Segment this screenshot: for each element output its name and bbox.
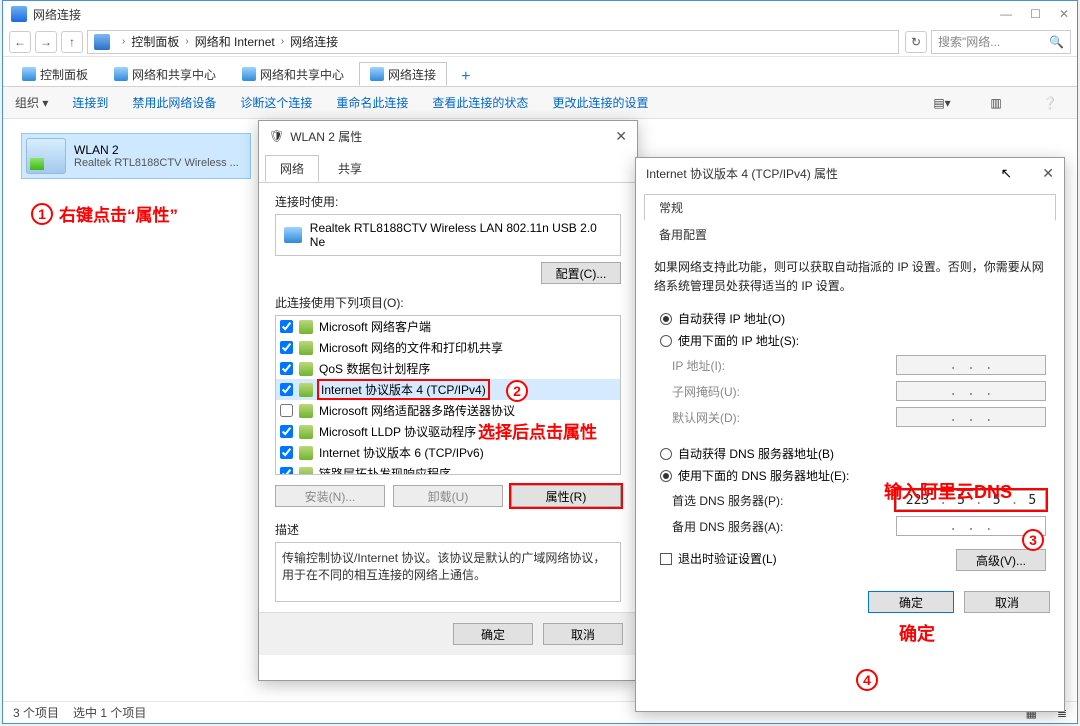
adapter-properties-dialog: 🛡 WLAN 2 属性 ✕ 网络 共享 连接时使用: Realtek RTL81… (258, 120, 638, 681)
component-icon (299, 341, 313, 355)
description-label: 描述 (275, 521, 621, 538)
install-button[interactable]: 安装(N)... (275, 485, 385, 507)
callout-4-text: 确定 (899, 620, 935, 646)
adapter-dlg-close-icon[interactable]: ✕ (615, 128, 627, 145)
cmd-diagnose[interactable]: 诊断这个连接 (240, 94, 312, 111)
checkbox-icon[interactable] (660, 553, 672, 565)
adapter-cancel-button[interactable]: 取消 (543, 623, 623, 645)
ipv4-dlg-title: Internet 协议版本 4 (TCP/IPv4) 属性 ↖ ✕ (636, 158, 1064, 188)
connection-item[interactable]: WLAN 2 Realtek RTL8188CTV Wireless ... (21, 133, 251, 179)
crumb-0[interactable]: 控制面板 (131, 33, 179, 50)
view-mode-icon[interactable]: ▤▾ (927, 93, 957, 113)
tab-general[interactable]: 常规 (644, 194, 1056, 221)
list-item: QoS 数据包计划程序 (276, 358, 620, 379)
ip-address-input: ... (896, 355, 1046, 375)
callout-3-text: 输入阿里云DNS (884, 478, 1012, 504)
adapter-ok-button[interactable]: 确定 (453, 623, 533, 645)
adapter-dlg-title: 🛡 WLAN 2 属性 ✕ (259, 121, 637, 151)
adapter-small-icon (284, 227, 302, 243)
description-text: 传输控制协议/Internet 协议。该协议是默认的广域网络协议，用于在不同的相… (275, 542, 621, 602)
ipv4-ok-button[interactable]: 确定 (868, 591, 954, 613)
list-item: Microsoft 网络客户端 (276, 316, 620, 337)
up-button[interactable]: ↑ (61, 31, 83, 53)
callout-1-text: 右键点击“属性” (59, 201, 178, 226)
tab-alt-config[interactable]: 备用配置 (644, 221, 1056, 248)
nav-row: ← → ↑ › 控制面板 › 网络和 Internet › 网络连接 ↻ 搜索"… (3, 27, 1077, 57)
search-input[interactable]: 搜索"网络... 🔍 (931, 30, 1071, 54)
cmd-change[interactable]: 更改此连接的设置 (552, 94, 648, 111)
crumb-1[interactable]: 网络和 Internet (195, 33, 275, 50)
status-item-count: 3 个项目 (13, 704, 59, 721)
ipv4-dlg-close-icon[interactable]: ✕ (1042, 165, 1054, 182)
cursor-icon: ↖ (1001, 165, 1013, 182)
properties-button[interactable]: 属性(R) (511, 485, 621, 507)
items-label: 此连接使用下列项目(O): (275, 294, 621, 311)
component-icon (299, 467, 313, 476)
component-icon (299, 383, 313, 397)
command-bar: 组织 ▾ 连接到 禁用此网络设备 诊断这个连接 重命名此连接 查看此连接的状态 … (3, 87, 1077, 119)
callout-2-bullet: 2 (506, 380, 528, 402)
adapter-icon (26, 138, 66, 174)
component-icon (299, 320, 313, 334)
gateway-input: ... (896, 407, 1046, 427)
crumb-2[interactable]: 网络连接 (290, 33, 338, 50)
list-item: Internet 协议版本 6 (TCP/IPv6) (276, 442, 620, 463)
component-icon (299, 425, 313, 439)
component-icon (299, 404, 313, 418)
ipv4-help-text: 如果网络支持此功能，则可以获取自动指派的 IP 设置。否则，你需要从网络系统管理… (654, 258, 1046, 296)
forward-button[interactable]: → (35, 31, 57, 53)
refresh-button[interactable]: ↻ (905, 31, 927, 53)
connect-using-label: 连接时使用: (275, 193, 621, 210)
connection-desc: Realtek RTL8188CTV Wireless ... (74, 157, 246, 169)
component-icon (299, 362, 313, 376)
radio-auto-ip[interactable]: 自动获得 IP 地址(O) (660, 310, 1046, 327)
cmd-disable[interactable]: 禁用此网络设备 (132, 94, 216, 111)
list-item-ipv4: Internet 协议版本 4 (TCP/IPv4) (276, 379, 620, 400)
advanced-button[interactable]: 高级(V)... (956, 549, 1046, 571)
cmd-status[interactable]: 查看此连接的状态 (432, 94, 528, 111)
ipv4-cancel-button[interactable]: 取消 (964, 591, 1050, 613)
breadcrumb-icon (94, 34, 110, 50)
tab-sharing[interactable]: 共享 (323, 155, 377, 182)
connection-name: WLAN 2 (74, 143, 246, 157)
status-selection: 选中 1 个项目 (73, 704, 146, 721)
components-list[interactable]: Microsoft 网络客户端 Microsoft 网络的文件和打印机共享 Qo… (275, 315, 621, 475)
add-tab-button[interactable]: + (451, 68, 480, 86)
list-item: 链路层拓扑发现响应程序 (276, 463, 620, 475)
cmd-connect[interactable]: 连接到 (72, 94, 108, 111)
tab-network-connections[interactable]: 网络连接 (359, 62, 447, 86)
uninstall-button[interactable]: 卸载(U) (393, 485, 503, 507)
ipv4-properties-dialog: Internet 协议版本 4 (TCP/IPv4) 属性 ↖ ✕ 常规 备用配… (635, 157, 1065, 712)
subnet-mask-input: ... (896, 381, 1046, 401)
tab-network[interactable]: 网络 (265, 155, 319, 182)
callout-1-bullet: 1 (31, 203, 53, 225)
network-icon (11, 6, 27, 22)
callout-3-bullet: 3 (1022, 529, 1044, 551)
configure-button[interactable]: 配置(C)... (541, 262, 621, 284)
callout-2-text: 选择后点击属性 (478, 418, 597, 443)
close-icon[interactable]: ✕ (1059, 7, 1069, 21)
help-icon[interactable]: ❔ (1035, 93, 1065, 113)
preview-pane-icon[interactable]: ▥ (981, 93, 1011, 113)
radio-manual-ip[interactable]: 使用下面的 IP 地址(S): (660, 332, 1046, 349)
cmd-rename[interactable]: 重命名此连接 (336, 94, 408, 111)
callout-4-bullet: 4 (856, 669, 878, 691)
workspace-tabs: 控制面板 网络和共享中心 网络和共享中心 网络连接 + (3, 57, 1077, 87)
component-icon (299, 446, 313, 460)
titlebar: 网络连接 ― ☐ ✕ (3, 1, 1077, 27)
back-button[interactable]: ← (9, 31, 31, 53)
adapter-field: Realtek RTL8188CTV Wireless LAN 802.11n … (275, 214, 621, 256)
minimize-icon[interactable]: ― (1000, 7, 1012, 21)
breadcrumb[interactable]: › 控制面板 › 网络和 Internet › 网络连接 (87, 30, 899, 54)
tab-sharing-center-1[interactable]: 网络和共享中心 (103, 62, 227, 86)
list-item: Microsoft 网络的文件和打印机共享 (276, 337, 620, 358)
tab-sharing-center-2[interactable]: 网络和共享中心 (231, 62, 355, 86)
radio-auto-dns[interactable]: 自动获得 DNS 服务器地址(B) (660, 445, 1046, 462)
cmd-organize[interactable]: 组织 ▾ (15, 94, 48, 111)
window-title: 网络连接 (33, 6, 81, 23)
maximize-icon[interactable]: ☐ (1030, 7, 1041, 21)
tab-control-panel[interactable]: 控制面板 (11, 62, 99, 86)
